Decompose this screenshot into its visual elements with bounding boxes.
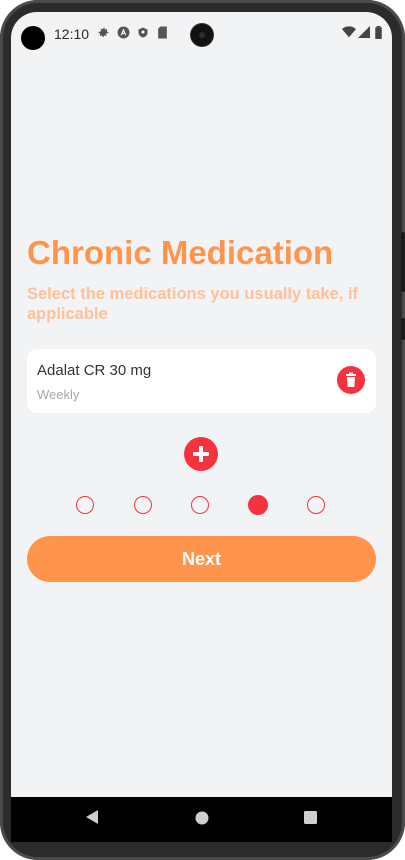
step-dot-2 — [134, 496, 152, 514]
gear-icon — [97, 26, 110, 42]
signal-icon — [358, 26, 370, 41]
delete-medication-button[interactable] — [337, 366, 365, 394]
back-icon[interactable] — [85, 809, 99, 830]
power-button — [401, 318, 405, 340]
volume-button — [401, 232, 405, 292]
camera-cutout — [21, 26, 45, 50]
step-indicator — [11, 493, 392, 517]
trash-icon — [346, 372, 356, 387]
front-camera — [191, 24, 213, 46]
next-button[interactable]: Next — [27, 536, 376, 582]
status-bar: 12:10 — [11, 12, 392, 56]
plus-icon — [193, 446, 209, 462]
a-circle-icon — [117, 26, 130, 42]
screen: 12:10 Chronic Medication Select the medi… — [11, 12, 392, 842]
step-dot-4-active — [248, 495, 268, 515]
medication-card[interactable]: Adalat CR 30 mg Weekly — [27, 349, 376, 413]
home-icon[interactable] — [195, 811, 209, 830]
step-dot-3 — [191, 496, 209, 514]
sd-card-icon — [157, 26, 168, 42]
shield-icon — [137, 26, 149, 42]
battery-icon — [375, 26, 382, 42]
recents-icon[interactable] — [304, 811, 317, 829]
status-time: 12:10 — [54, 26, 90, 42]
navigation-bar — [11, 797, 392, 842]
medication-frequency: Weekly — [37, 387, 80, 402]
step-dot-1 — [76, 496, 94, 514]
page-subtitle: Select the medications you usually take,… — [27, 285, 359, 323]
device-frame: 12:10 Chronic Medication Select the medi… — [0, 0, 405, 860]
step-dot-5 — [307, 496, 325, 514]
page-title: Chronic Medication — [27, 234, 334, 271]
add-medication-button[interactable] — [184, 437, 218, 471]
wifi-icon — [342, 26, 356, 41]
medication-name: Adalat CR 30 mg — [37, 362, 152, 379]
